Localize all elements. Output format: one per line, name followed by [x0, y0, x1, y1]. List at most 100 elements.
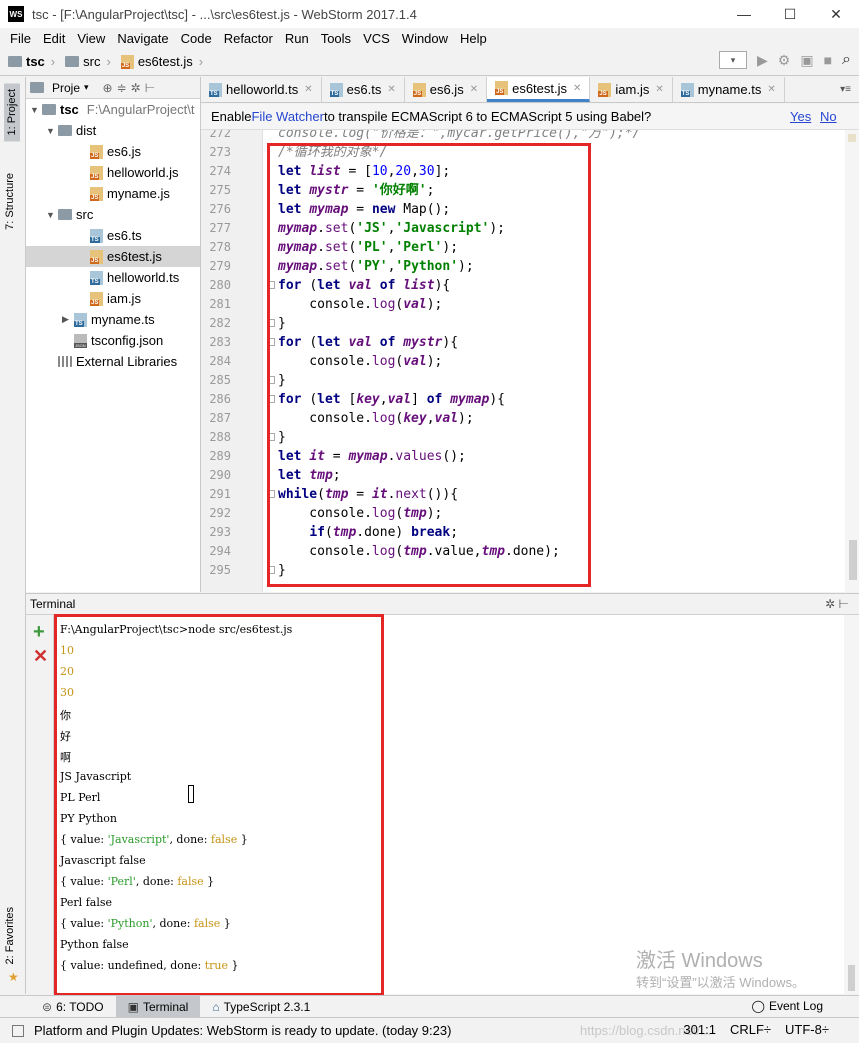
close-session-icon[interactable]: ✕	[33, 646, 48, 667]
scrollbar-thumb[interactable]	[849, 540, 857, 580]
tool-window-toggle-icon[interactable]	[12, 1024, 24, 1037]
code-line[interactable]: 290 let tmp;	[201, 466, 841, 485]
fold-marker-icon[interactable]	[267, 566, 275, 574]
code-line[interactable]: 295}	[201, 561, 841, 580]
code-line[interactable]: 274 let list = [10,20,30];	[201, 162, 841, 181]
code-line[interactable]: 288}	[201, 428, 841, 447]
menu-edit[interactable]: Edit	[37, 31, 71, 46]
editor-scrollbar[interactable]	[845, 130, 859, 592]
breadcrumb-tsc[interactable]: tsc ›	[8, 54, 61, 69]
scrollbar-thumb[interactable]	[848, 965, 855, 991]
close-tab-icon[interactable]: ✕	[470, 84, 478, 95]
close-button[interactable]: ✕	[813, 0, 859, 28]
debug-icon[interactable]: ⚙	[778, 52, 791, 69]
code-line[interactable]: 280 for (let val of list){	[201, 276, 841, 295]
tool-tab-typescript[interactable]: ⌂ TypeScript 2.3.1	[200, 996, 322, 1018]
tree-root[interactable]: ▼ tsc F:\AngularProject\t	[26, 99, 200, 120]
tree-item[interactable]: es6test.js	[26, 246, 200, 267]
tool-tab-terminal[interactable]: ▣ Terminal	[115, 995, 201, 1018]
project-view-selector[interactable]: Proje	[52, 81, 80, 95]
tool-tab-project[interactable]: 1: Project	[4, 83, 20, 142]
collapse-icon[interactable]: ≑	[117, 81, 127, 95]
hide-icon[interactable]: ⊢	[145, 81, 155, 95]
fold-marker-icon[interactable]	[267, 319, 275, 327]
notification-yes-link[interactable]: Yes	[790, 109, 811, 124]
run-config-dropdown[interactable]: ▾	[718, 51, 747, 69]
code-line[interactable]: 284 console.log(val);	[201, 352, 841, 371]
code-line[interactable]: 289 let it = mymap.values();	[201, 447, 841, 466]
file-encoding[interactable]: UTF-8÷	[785, 1022, 829, 1037]
fold-marker-icon[interactable]	[267, 376, 275, 384]
expand-arrow-icon[interactable]: ▼	[46, 126, 58, 136]
locate-icon[interactable]: ⊕	[103, 81, 113, 95]
tree-item[interactable]: helloworld.ts	[26, 267, 200, 288]
editor-tab[interactable]: myname.ts ✕	[673, 77, 785, 102]
editor-tab[interactable]: helloworld.ts ✕	[201, 77, 322, 102]
stop-icon[interactable]: ■	[824, 52, 832, 68]
maximize-button[interactable]: ☐	[767, 0, 813, 28]
fold-marker-icon[interactable]	[267, 281, 275, 289]
code-line[interactable]: 294 console.log(tmp.value,tmp.done);	[201, 542, 841, 561]
editor-tab[interactable]: es6test.js ✕	[487, 77, 591, 102]
menu-code[interactable]: Code	[175, 31, 218, 46]
terminal-settings-icon[interactable]: ✲ ⊢	[825, 597, 849, 611]
code-line[interactable]: 287 console.log(key,val);	[201, 409, 841, 428]
notification-no-link[interactable]: No	[820, 109, 837, 124]
tree-item[interactable]: myname.js	[26, 183, 200, 204]
menu-help[interactable]: Help	[454, 31, 493, 46]
editor-tab[interactable]: iam.js ✕	[590, 77, 673, 102]
menu-navigate[interactable]: Navigate	[111, 31, 174, 46]
code-line[interactable]: 286 for (let [key,val] of mymap){	[201, 390, 841, 409]
menu-file[interactable]: File	[4, 31, 37, 46]
code-line[interactable]: 278 mymap.set('PL','Perl');	[201, 238, 841, 257]
status-message[interactable]: Platform and Plugin Updates: WebStorm is…	[34, 1023, 451, 1038]
editor-tab[interactable]: es6.ts ✕	[322, 77, 405, 102]
close-tab-icon[interactable]: ✕	[304, 84, 312, 95]
tree-item[interactable]: tsconfig.json	[26, 330, 200, 351]
terminal-output[interactable]: F:\AngularProject\tsc>node src/es6test.j…	[54, 615, 844, 994]
caret-position[interactable]: 301:1	[683, 1022, 716, 1037]
code-editor[interactable]: 272 console.log("价格是：",mycar.getPrice(),"…	[201, 130, 859, 592]
gear-icon[interactable]: ✲	[131, 81, 141, 95]
minimize-button[interactable]: —	[721, 0, 767, 28]
run-icon[interactable]: ▶	[757, 52, 768, 69]
chevron-down-icon[interactable]: ▾	[84, 82, 89, 93]
tree-item[interactable]: iam.js	[26, 288, 200, 309]
fold-marker-icon[interactable]	[267, 338, 275, 346]
breadcrumb-file[interactable]: es6test.js ›	[120, 54, 209, 69]
file-watcher-link[interactable]: File Watcher	[251, 109, 323, 124]
menu-vcs[interactable]: VCS	[357, 31, 396, 46]
tree-item[interactable]: External Libraries	[26, 351, 200, 372]
tool-tab-favorites[interactable]: 2: Favorites	[4, 907, 16, 964]
close-tab-icon[interactable]: ✕	[767, 84, 775, 95]
code-line[interactable]: 273 /*循环我的对象*/	[201, 143, 841, 162]
tree-item[interactable]: es6.js	[26, 141, 200, 162]
code-line[interactable]: 281 console.log(val);	[201, 295, 841, 314]
tool-tab-event-log[interactable]: ◯ Event Log	[752, 999, 823, 1013]
fold-marker-icon[interactable]	[267, 395, 275, 403]
tab-list-menu[interactable]: ▾≡	[840, 77, 859, 102]
tool-tab-todo[interactable]: ⊜ 6: TODO	[30, 996, 116, 1018]
expand-arrow-icon[interactable]: ▶	[62, 314, 74, 325]
code-line[interactable]: 282}	[201, 314, 841, 333]
line-separator[interactable]: CRLF÷	[730, 1022, 771, 1037]
code-line[interactable]: 279 mymap.set('PY','Python');	[201, 257, 841, 276]
menu-tools[interactable]: Tools	[315, 31, 357, 46]
code-line[interactable]: 276 let mymap = new Map();	[201, 200, 841, 219]
fold-marker-icon[interactable]	[267, 433, 275, 441]
close-tab-icon[interactable]: ✕	[387, 84, 395, 95]
menu-run[interactable]: Run	[279, 31, 315, 46]
code-line[interactable]: 292 console.log(tmp);	[201, 504, 841, 523]
menu-view[interactable]: View	[71, 31, 111, 46]
code-line[interactable]: 283 for (let val of mystr){	[201, 333, 841, 352]
new-session-icon[interactable]: +	[33, 621, 45, 644]
coverage-icon[interactable]: ▣	[800, 52, 813, 69]
tree-item[interactable]: es6.ts	[26, 225, 200, 246]
close-tab-icon[interactable]: ✕	[655, 84, 663, 95]
tree-item[interactable]: ▼ dist	[26, 120, 200, 141]
menu-window[interactable]: Window	[396, 31, 454, 46]
code-line[interactable]: 275 let mystr = '你好啊';	[201, 181, 841, 200]
code-line[interactable]: 272 console.log("价格是：",mycar.getPrice(),"…	[201, 130, 841, 143]
fold-marker-icon[interactable]	[267, 490, 275, 498]
search-icon[interactable]: ⌕	[842, 51, 851, 69]
